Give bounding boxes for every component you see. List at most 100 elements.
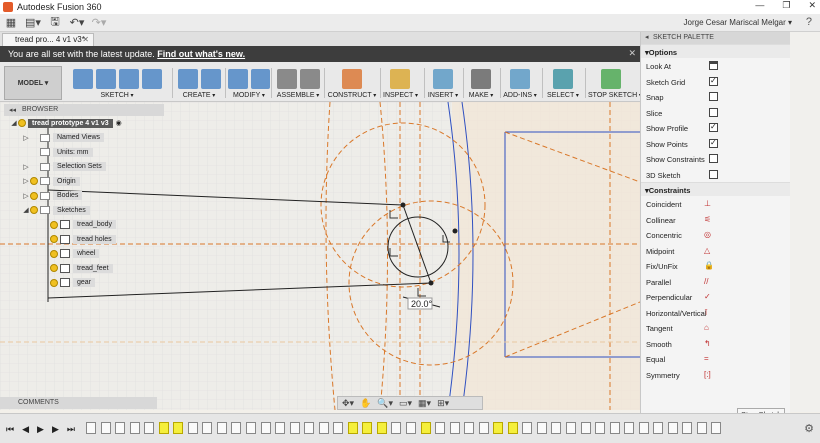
toolbar-group-label[interactable]: CONSTRUCT [327, 92, 377, 99]
toolbar-group-create[interactable]: CREATE [175, 68, 223, 100]
timeline-feature-icon[interactable] [696, 422, 707, 434]
visibility-bulb-icon[interactable] [50, 249, 58, 258]
grid-menu-icon[interactable]: ▦ [0, 16, 22, 29]
toolbar-group-label[interactable]: INSERT [427, 92, 459, 99]
toolbar-group-make[interactable]: MAKE [466, 68, 496, 100]
assemble-tool-icon[interactable] [276, 69, 297, 89]
timeline-feature-icon[interactable] [289, 422, 300, 434]
timeline-feature-icon[interactable] [115, 422, 126, 434]
options-section-header[interactable]: Options [641, 44, 790, 58]
toolbar-group-label[interactable]: SELECT [545, 92, 581, 99]
constraint-smooth[interactable]: Smooth ↰ [641, 336, 790, 352]
timeline-feature-icon[interactable] [275, 422, 286, 434]
option-show-constraints[interactable]: Show Constraints [641, 151, 790, 167]
option-snap[interactable]: Snap [641, 89, 790, 105]
timeline-feature-icon[interactable] [158, 422, 169, 434]
timeline-feature-icon[interactable] [216, 422, 227, 434]
expand-icon[interactable]: ◢ [22, 206, 30, 214]
concentric-icon[interactable]: ◎ [704, 230, 718, 239]
insert-tool-icon[interactable] [433, 69, 453, 89]
browser-item-wheel[interactable]: wheel [4, 247, 164, 262]
option-show-profile[interactable]: Show Profile [641, 120, 790, 136]
checkbox[interactable] [709, 107, 718, 117]
modify-tool-icon[interactable] [250, 69, 270, 89]
timeline-feature-icon[interactable] [246, 422, 256, 434]
checkbox[interactable] [709, 154, 718, 163]
comments-panel[interactable]: COMMENTS [0, 397, 157, 409]
timeline-feature-icon[interactable] [420, 422, 431, 434]
timeline-feature-icon[interactable] [609, 422, 620, 434]
document-tab[interactable]: tread pro... 4 v1 v3* ✕ [2, 33, 94, 46]
checkbox[interactable] [709, 92, 718, 101]
timeline-feature-icon[interactable] [522, 422, 533, 434]
display-settings-icon[interactable]: ▭▾ [399, 398, 412, 409]
timeline-feature-icon[interactable] [478, 422, 489, 434]
close-banner-icon[interactable]: ✕ [628, 48, 636, 59]
close-tab-icon[interactable]: ✕ [82, 35, 89, 44]
toolbar-group-label[interactable]: INSPECT [383, 92, 417, 99]
toolbar-group-label[interactable]: CREATE [175, 92, 223, 99]
browser-item-tread-feet[interactable]: tread_feet [4, 261, 164, 276]
constraint-concentric[interactable]: Concentric ◎ [641, 227, 790, 243]
sketch-point-1[interactable] [400, 202, 406, 208]
browser-item-origin[interactable]: ▷ Origin [4, 174, 164, 189]
timeline-feature-icon[interactable] [624, 422, 635, 434]
constraint-parallel[interactable]: Parallel // [641, 274, 790, 290]
timeline-feature-icon[interactable] [347, 422, 358, 434]
sketch-palette-header[interactable]: ◂ SKETCH PALETTE [641, 32, 790, 44]
checkbox[interactable] [709, 122, 718, 132]
timeline-feature-icon[interactable] [202, 422, 213, 434]
constraint-tangent[interactable]: Tangent ⌂ [641, 320, 790, 336]
timeline-feature-icon[interactable] [566, 422, 576, 434]
toolbar-group-label[interactable]: MAKE [466, 92, 496, 99]
toolbar-group-stop-sketch[interactable]: STOP SKETCH [588, 68, 637, 100]
toolbar-group-label[interactable]: STOP SKETCH [588, 92, 637, 99]
toolbar-group-sketch[interactable]: SKETCH [68, 68, 166, 100]
sketch-tool-icon[interactable] [95, 69, 116, 89]
browser-item-selection-sets[interactable]: ▷ Selection Sets [4, 160, 164, 175]
user-account-menu[interactable]: Jorge Cesar Mariscal Melgar ▾ [684, 18, 793, 27]
timeline-feature-icon[interactable] [86, 422, 96, 434]
inspect-tool-icon[interactable] [390, 69, 410, 89]
stop-sketch-tool-icon[interactable] [601, 69, 621, 89]
create-tool-icon[interactable] [200, 69, 221, 89]
checkbox[interactable] [709, 169, 718, 179]
equal-icon[interactable]: = [704, 354, 718, 363]
option-sketch-grid[interactable]: Sketch Grid [641, 74, 790, 90]
visibility-bulb-icon[interactable] [50, 278, 58, 287]
timeline-feature-icon[interactable] [100, 422, 111, 434]
browser-item-bodies[interactable]: ▷ Bodies [4, 189, 164, 204]
timeline-feature-icon[interactable] [362, 422, 373, 434]
parallel-icon[interactable]: // [704, 277, 718, 286]
make-tool-icon[interactable] [471, 69, 491, 89]
toolbar-group-insert[interactable]: INSERT [427, 68, 459, 100]
pan-icon[interactable]: ✋ [360, 398, 371, 409]
viewports-icon[interactable]: ⊞▾ [437, 398, 449, 409]
timeline-feature-icon[interactable] [595, 422, 606, 434]
timeline-feature-icon[interactable] [711, 422, 722, 434]
tangent-icon[interactable]: ⌂ [704, 323, 718, 332]
timeline-feature-icon[interactable] [507, 422, 518, 434]
step-forward-button[interactable]: ▶ [52, 424, 59, 435]
maximize-button[interactable]: ❐ [782, 0, 790, 11]
browser-header[interactable]: ◂◂ BROWSER [4, 104, 164, 116]
constraint-horizontal-vertical[interactable]: Horizontal/Vertical ⊺ [641, 305, 790, 321]
option-slice[interactable]: Slice [641, 105, 790, 121]
browser-item-sketches[interactable]: ◢ Sketches [4, 203, 164, 218]
coincident-icon[interactable]: ⊥ [704, 199, 718, 208]
option-show-points[interactable]: Show Points [641, 136, 790, 152]
add-ins-tool-icon[interactable] [510, 69, 530, 89]
look-at-icon[interactable] [709, 61, 718, 70]
constraint-equal[interactable]: Equal = [641, 351, 790, 367]
sketch-tool-icon[interactable] [72, 69, 93, 89]
toolbar-group-assemble[interactable]: ASSEMBLE [274, 68, 322, 100]
toolbar-group-label[interactable]: ADD-INS [503, 92, 537, 99]
go-to-start-button[interactable]: ⏮ [6, 424, 14, 435]
constraint-perpendicular[interactable]: Perpendicular ✓ [641, 289, 790, 305]
toolbar-group-construct[interactable]: CONSTRUCT [327, 68, 377, 100]
expand-icon[interactable]: ▷ [22, 134, 30, 142]
timeline-feature-icon[interactable] [493, 422, 504, 434]
grid-settings-icon[interactable]: ▦▾ [418, 398, 431, 409]
symmetry-icon[interactable]: [:] [704, 370, 718, 379]
timeline-feature-icon[interactable] [449, 422, 460, 434]
